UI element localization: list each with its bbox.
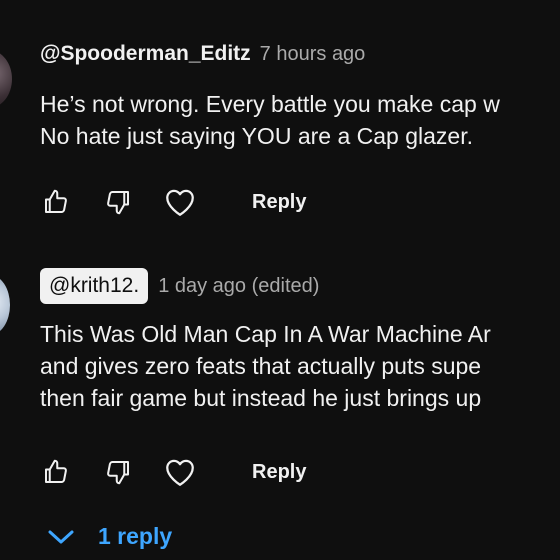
comment-actions: Reply xyxy=(36,452,306,492)
like-button[interactable] xyxy=(36,182,76,222)
comment-text-line: He’s not wrong. Every battle you make ca… xyxy=(40,91,500,117)
reply-button[interactable]: Reply xyxy=(252,191,306,214)
like-button[interactable] xyxy=(36,452,76,492)
view-replies-button[interactable]: 1 reply xyxy=(46,523,172,550)
thumbs-up-icon xyxy=(45,189,67,213)
avatar[interactable] xyxy=(0,50,12,108)
comment-text: He’s not wrong. Every battle you make ca… xyxy=(40,88,500,152)
comment-text-line: and gives zero feats that actually puts … xyxy=(40,353,482,379)
comments-panel: @Spooderman_Editz 7 hours ago He’s not w… xyxy=(0,0,560,560)
avatar[interactable] xyxy=(0,275,10,335)
heart-icon xyxy=(166,459,194,486)
dislike-button[interactable] xyxy=(98,182,138,222)
thumbs-down-icon xyxy=(107,191,129,215)
author-highlight-badge[interactable]: @krith12. xyxy=(40,268,149,304)
dislike-button[interactable] xyxy=(98,452,138,492)
reply-button[interactable]: Reply xyxy=(252,461,306,484)
comment-author[interactable]: @Spooderman_Editz xyxy=(40,42,251,66)
view-replies-label: 1 reply xyxy=(98,523,173,549)
heart-button[interactable] xyxy=(160,182,200,222)
comment-header: @Spooderman_Editz 7 hours ago xyxy=(40,42,365,66)
comment-timestamp[interactable]: 1 day ago (edited) xyxy=(158,275,319,298)
comment-text-line: This Was Old Man Cap In A War Machine Ar xyxy=(40,321,491,347)
comment-text: This Was Old Man Cap In A War Machine Ar… xyxy=(40,318,491,414)
comment-text-line: then fair game but instead he just bring… xyxy=(40,385,482,411)
comment-text-line: No hate just saying YOU are a Cap glazer… xyxy=(40,123,473,149)
heart-button[interactable] xyxy=(160,452,200,492)
heart-icon xyxy=(166,189,194,216)
thumbs-up-icon xyxy=(45,459,67,483)
chevron-down-icon xyxy=(48,530,74,543)
comment-actions: Reply xyxy=(36,182,306,222)
comment-timestamp[interactable]: 7 hours ago xyxy=(260,43,366,66)
comment-header: @krith12. 1 day ago (edited) xyxy=(40,268,319,304)
comment-author: @krith12. xyxy=(49,274,140,297)
thumbs-down-icon xyxy=(107,461,129,485)
